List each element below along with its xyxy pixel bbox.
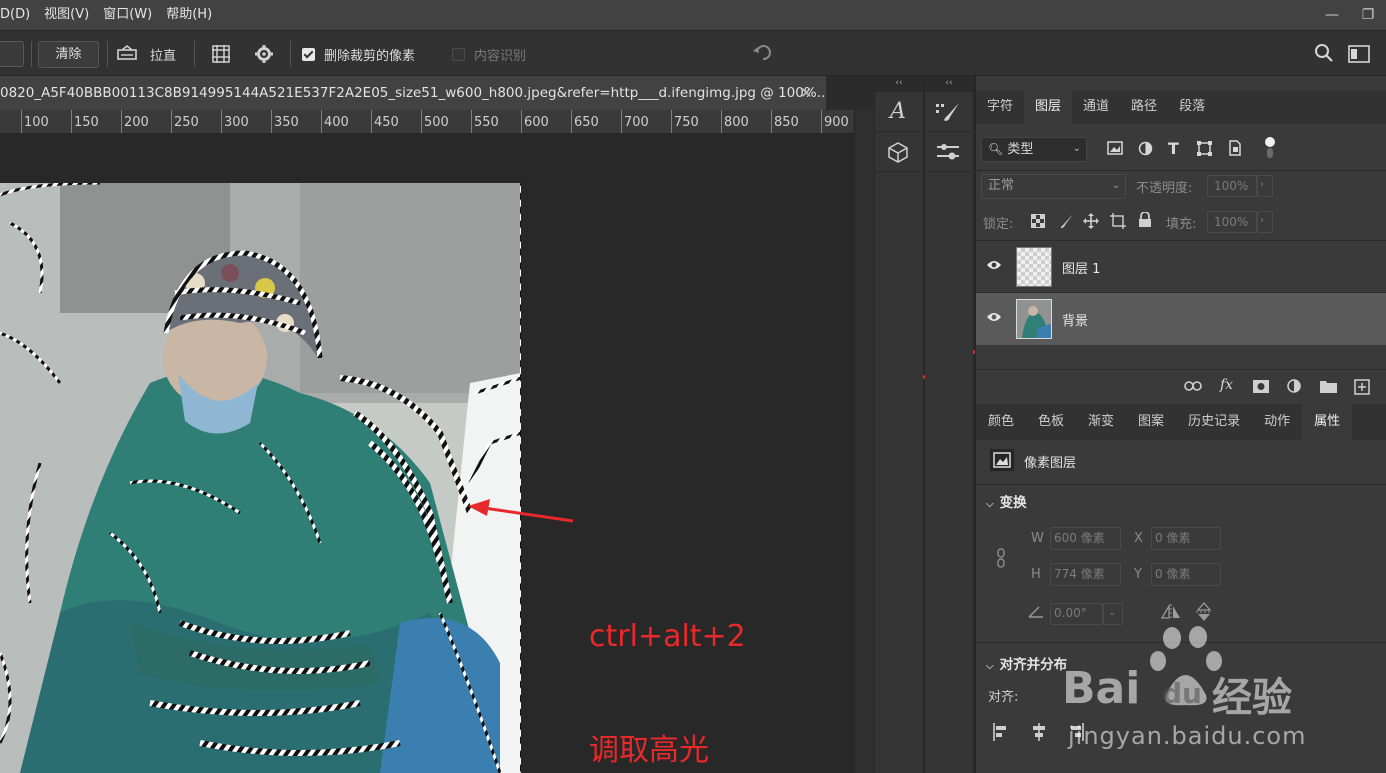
tab-paragraph[interactable]: 段落 <box>1168 90 1216 124</box>
tab-channels[interactable]: 通道 <box>1072 90 1120 124</box>
new-group-icon[interactable] <box>1320 379 1337 397</box>
divider <box>976 484 1386 485</box>
y-label: Y <box>1134 567 1142 582</box>
tab-paths[interactable]: 路径 <box>1120 90 1168 124</box>
tab-properties[interactable]: 属性 <box>1302 404 1353 440</box>
tab-actions[interactable]: 动作 <box>1252 404 1302 440</box>
fill-label: 填充: <box>1166 217 1197 232</box>
filter-toggle-icon[interactable] <box>1264 136 1276 164</box>
add-mask-icon[interactable] <box>1253 380 1269 397</box>
layers-panel-tabs: 字符 图层 通道 路径 段落 <box>976 90 1386 124</box>
watermark-url: jingyan.baidu.com <box>1068 722 1307 750</box>
opacity-dropdown[interactable]: › <box>1257 175 1273 197</box>
adjustment-layer-icon[interactable] <box>1287 379 1303 399</box>
tab-gradients[interactable]: 渐变 <box>1076 404 1126 440</box>
tab-history[interactable]: 历史记录 <box>1176 404 1252 440</box>
lock-artboard-icon[interactable] <box>1110 213 1126 233</box>
width-input[interactable]: 600 像素 <box>1050 527 1121 550</box>
filter-adjustment-icon[interactable] <box>1138 141 1153 160</box>
angle-input[interactable]: 0.00° <box>1050 603 1103 625</box>
y-input[interactable]: 0 像素 <box>1151 563 1221 586</box>
layer-thumbnail <box>1016 247 1052 287</box>
icon-dock-1: ‹‹ A <box>875 76 923 773</box>
opacity-label: 不透明度: <box>1136 181 1193 196</box>
height-label: H <box>1031 567 1041 582</box>
watermark-suffix: 经验 <box>1212 675 1292 721</box>
align-section-header[interactable]: ⌵ 对齐并分布 <box>986 653 1067 673</box>
tab-patterns[interactable]: 图案 <box>1126 404 1176 440</box>
link-layers-icon[interactable] <box>1184 380 1202 396</box>
fill-dropdown[interactable]: › <box>1257 211 1273 233</box>
baidu-jingyan-watermark: Bai du 经验 jingyan.baidu.com <box>1062 625 1312 773</box>
flip-vertical-icon[interactable] <box>1196 602 1212 626</box>
lock-transparent-icon[interactable] <box>1031 214 1045 232</box>
width-label: W <box>1031 531 1044 546</box>
tab-swatches[interactable]: 色板 <box>1026 404 1076 440</box>
visibility-eye-icon[interactable] <box>986 259 1002 275</box>
height-input[interactable]: 774 像素 <box>1050 563 1121 586</box>
adjustments-icon[interactable] <box>925 132 971 172</box>
tab-character[interactable]: 字符 <box>976 90 1024 124</box>
fill-input[interactable]: 100% <box>1207 211 1257 233</box>
x-input[interactable]: 0 像素 <box>1151 527 1221 550</box>
character-panel-icon[interactable]: A <box>875 92 921 132</box>
layer-name[interactable]: 图层 1 <box>1062 258 1100 277</box>
pixel-layer-icon <box>990 449 1014 475</box>
annotation-arrow-image <box>483 506 574 523</box>
brush-settings-icon[interactable] <box>925 92 971 132</box>
layer-name[interactable]: 背景 <box>1062 310 1088 329</box>
layer-kind-label: 像素图层 <box>1024 456 1077 471</box>
tab-layers[interactable]: 图层 <box>1024 90 1073 124</box>
blend-mode-select[interactable]: 正常 ⌄ <box>981 174 1126 199</box>
filter-shape-icon[interactable] <box>1197 141 1212 160</box>
align-left-icon[interactable] <box>993 723 1009 745</box>
3d-panel-icon[interactable] <box>875 132 921 172</box>
x-label: X <box>1134 531 1143 546</box>
icon-dock-2: ‹‹ <box>925 76 973 773</box>
filter-type-icon[interactable]: T <box>1168 139 1179 158</box>
transform-section-header[interactable]: ⌵ 变换 <box>986 491 1027 511</box>
layers-footer: fx <box>976 369 1386 405</box>
watermark-brand: Bai <box>1062 663 1141 714</box>
arrowhead <box>468 499 490 516</box>
flip-horizontal-icon[interactable] <box>1160 603 1181 624</box>
lock-label: 锁定: <box>983 217 1014 232</box>
opacity-input[interactable]: 100% <box>1207 175 1257 197</box>
layer-row-layer1[interactable]: 图层 1 <box>976 241 1386 293</box>
layer-filter-select[interactable]: 🔍︎ 类型 ⌄ <box>981 137 1087 162</box>
align-label: 对齐: <box>988 690 1019 705</box>
lock-all-icon[interactable] <box>1138 211 1152 232</box>
watermark-brand-du: du <box>1162 677 1202 710</box>
link-dimensions-icon[interactable] <box>996 548 1006 572</box>
tab-color[interactable]: 颜色 <box>976 404 1026 440</box>
annotation-text: ctrl+alt+2 调取高光 <box>589 542 746 773</box>
layer-thumbnail <box>1016 299 1052 339</box>
angle-icon <box>1028 606 1044 622</box>
properties-panel-tabs: 颜色 色板 渐变 图案 历史记录 动作 属性 <box>976 404 1386 440</box>
layer-row-background[interactable]: 背景 <box>976 293 1386 345</box>
annotation-shortcut: ctrl+alt+2 <box>589 619 746 654</box>
angle-dropdown[interactable]: ⌄ <box>1103 603 1123 625</box>
visibility-eye-icon[interactable] <box>986 311 1002 327</box>
filter-pixel-icon[interactable] <box>1107 141 1123 159</box>
align-center-icon[interactable] <box>1031 723 1047 745</box>
annotation-caption: 调取高光 <box>589 733 709 768</box>
divider <box>976 170 1386 171</box>
new-layer-icon[interactable] <box>1354 379 1370 399</box>
fx-icon[interactable]: fx <box>1220 377 1233 393</box>
filter-smart-object-icon[interactable] <box>1228 140 1242 160</box>
lock-position-icon[interactable] <box>1083 213 1099 233</box>
collapse-dock-icon[interactable]: ‹‹ <box>875 76 923 92</box>
collapse-dock-icon[interactable]: ‹‹ <box>925 76 973 92</box>
lock-pixels-icon[interactable] <box>1058 213 1074 233</box>
